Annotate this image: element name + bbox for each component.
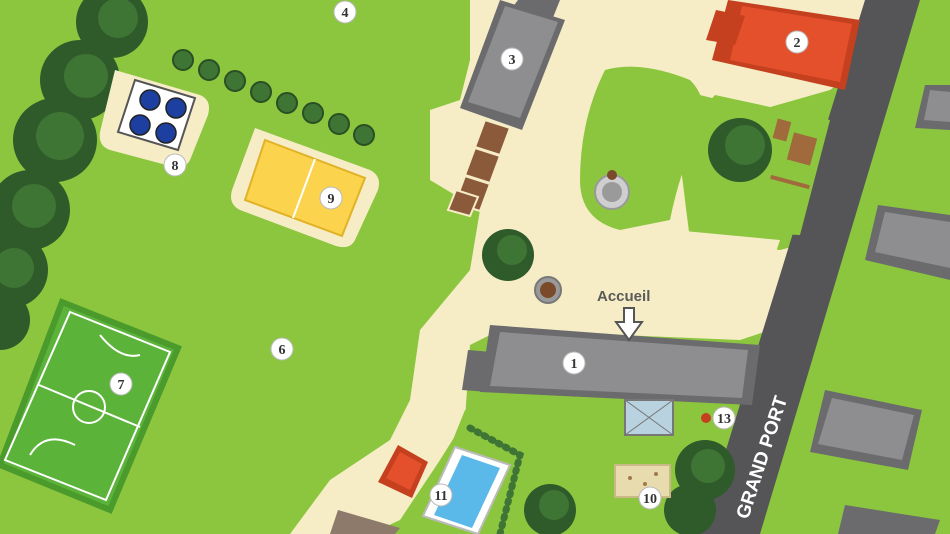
welcome-label: Accueil — [597, 288, 650, 305]
info-point-icon — [701, 413, 711, 423]
campsite-map: GRAND PORT Accueil 1 2 3 4 6 7 8 9 10 11… — [0, 0, 950, 534]
marker-11[interactable]: 11 — [429, 483, 453, 507]
svg-text:7: 7 — [118, 378, 125, 393]
marker-3[interactable]: 3 — [500, 47, 524, 71]
marker-4[interactable]: 4 — [333, 0, 357, 24]
marker-13[interactable]: 13 — [712, 406, 736, 430]
marker-10[interactable]: 10 — [638, 486, 662, 510]
svg-text:2: 2 — [794, 36, 801, 51]
svg-text:9: 9 — [328, 192, 335, 207]
marker-8[interactable]: 8 — [163, 153, 187, 177]
svg-text:8: 8 — [172, 159, 179, 174]
planter — [534, 276, 562, 304]
tree-right — [708, 118, 772, 182]
svg-text:10: 10 — [643, 492, 657, 507]
svg-text:11: 11 — [434, 489, 447, 504]
marker-7[interactable]: 7 — [109, 372, 133, 396]
marker-2[interactable]: 2 — [785, 30, 809, 54]
veranda — [624, 399, 674, 436]
svg-text:1: 1 — [571, 357, 578, 372]
svg-text:4: 4 — [342, 6, 349, 21]
marker-9[interactable]: 9 — [319, 186, 343, 210]
tree-bottom-1 — [524, 484, 576, 534]
tree-center — [482, 229, 534, 281]
svg-text:6: 6 — [279, 343, 286, 358]
marker-1[interactable]: 1 — [562, 351, 586, 375]
svg-text:13: 13 — [717, 412, 731, 427]
marker-6[interactable]: 6 — [270, 337, 294, 361]
svg-text:3: 3 — [509, 53, 516, 68]
